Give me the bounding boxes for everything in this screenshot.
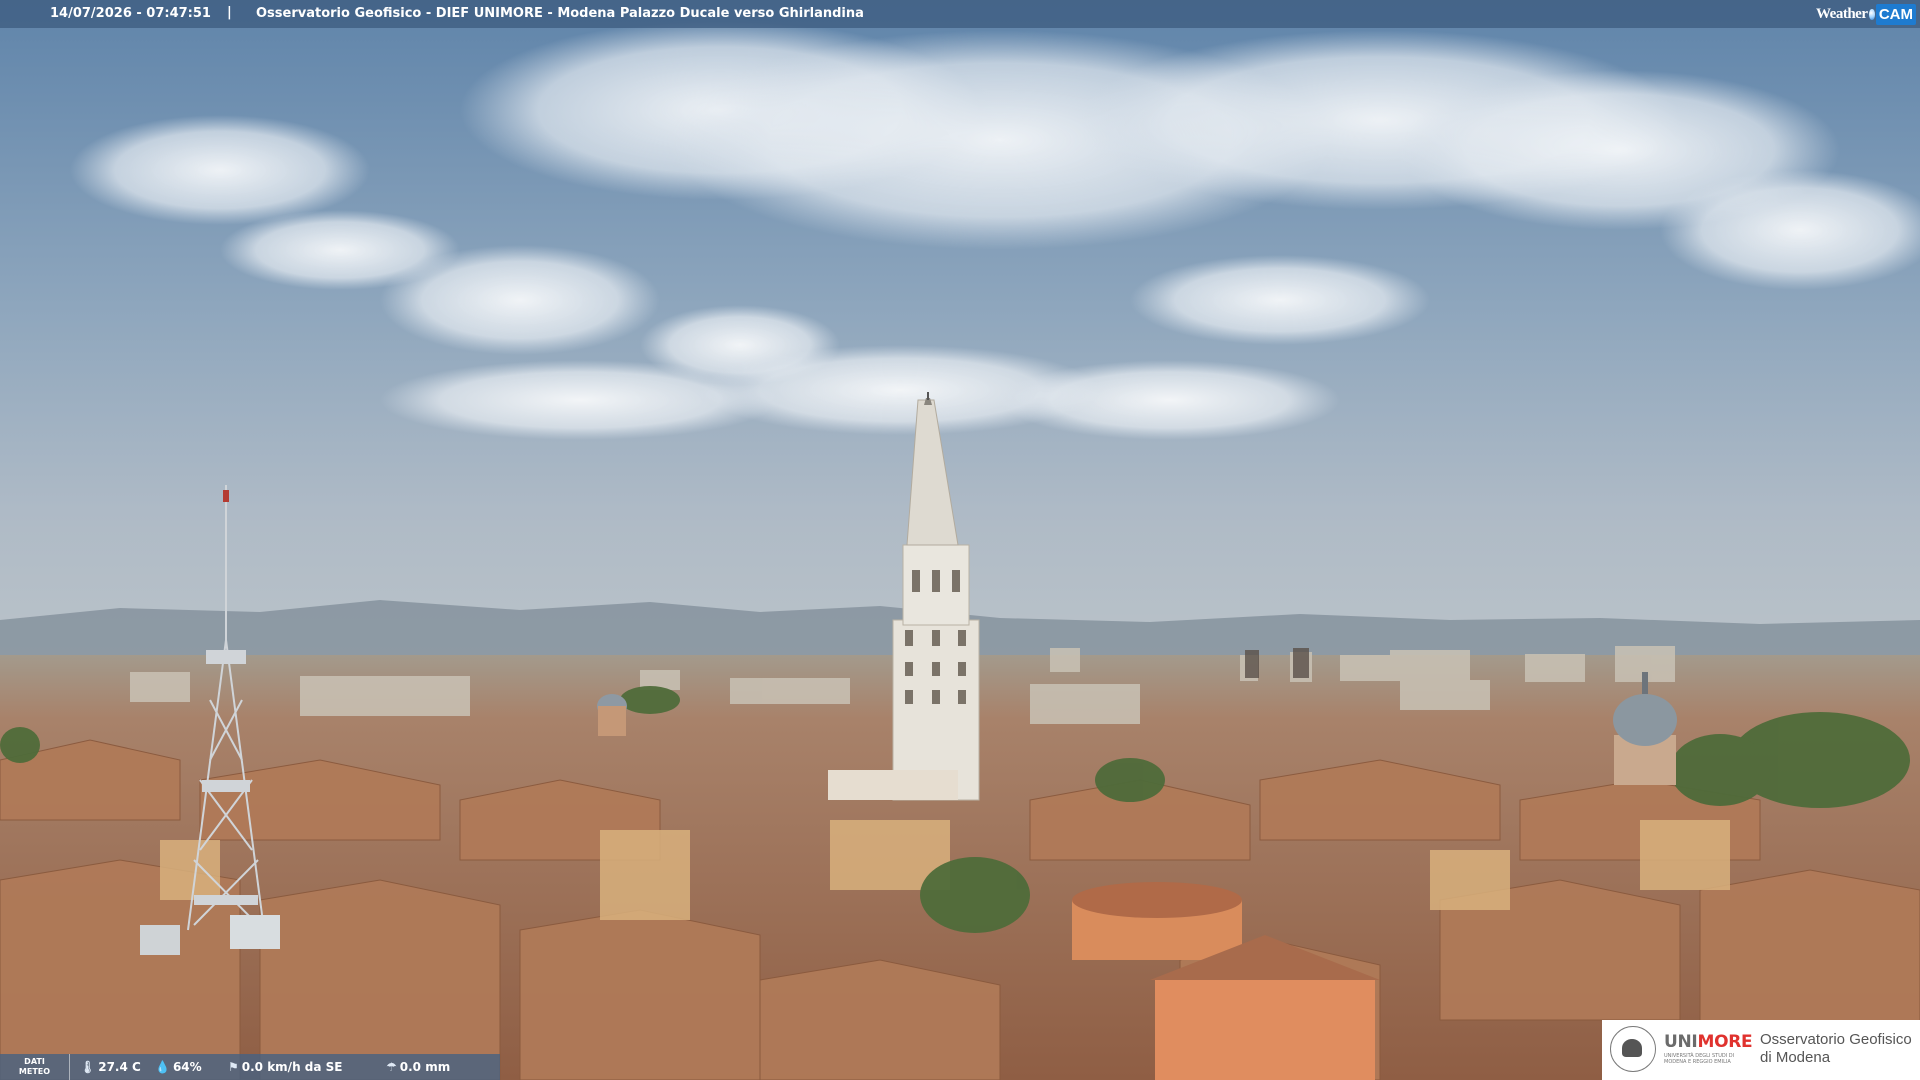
- humidity-value: 64%: [172, 1060, 202, 1074]
- thermometer-icon: 🌡: [80, 1060, 96, 1074]
- university-subtitle: UNIVERSITÀ DEGLI STUDI DI MODENA E REGGI…: [1664, 1053, 1735, 1065]
- wind-reading: ⚑ 0.0 km/h da SE: [228, 1060, 343, 1074]
- rain-reading: ☂ 0.0 mm: [386, 1060, 450, 1074]
- unimore-brand: UNIMORE: [1664, 1032, 1753, 1052]
- weather-data-strip: DATI METEO 🌡 27.4 C 💧 64% ⚑ 0.0 km/h da …: [0, 1054, 500, 1080]
- separator: |: [227, 5, 232, 20]
- globe-icon: [1869, 8, 1875, 20]
- humidity-drop-icon: 💧: [155, 1060, 170, 1074]
- rain-icon: ☂: [386, 1060, 397, 1074]
- wind-value: 0.0 km/h da SE: [241, 1060, 343, 1074]
- rain-value: 0.0 mm: [399, 1060, 451, 1074]
- timestamp: 14/07/2026 - 07:47:51: [50, 6, 211, 21]
- dome-left: [597, 694, 627, 736]
- weather-logo-text: Weather: [1816, 5, 1868, 22]
- camera-overlay-bar: 14/07/2026 - 07:47:51 | Osservatorio Geo…: [0, 0, 1920, 28]
- cam-logo-text: CAM: [1875, 3, 1916, 25]
- camera-title: Osservatorio Geofisico - DIEF UNIMORE - …: [256, 6, 864, 21]
- weathercam-logo: Weather CAM: [1816, 0, 1920, 28]
- wind-icon: ⚑: [228, 1060, 239, 1074]
- temperature-reading: 🌡 27.4 C: [80, 1060, 141, 1074]
- meteo-label: DATI METEO: [0, 1054, 70, 1080]
- observatory-name: Osservatorio Geofisico di Modena: [1760, 1031, 1912, 1066]
- university-seal-icon: [1610, 1026, 1656, 1072]
- temperature-value: 27.4 C: [98, 1060, 141, 1074]
- webcam-scene: [0, 0, 1920, 1080]
- unimore-logo-panel: UNIMORE UNIVERSITÀ DEGLI STUDI DI MODENA…: [1602, 1020, 1920, 1080]
- humidity-reading: 💧 64%: [155, 1060, 202, 1074]
